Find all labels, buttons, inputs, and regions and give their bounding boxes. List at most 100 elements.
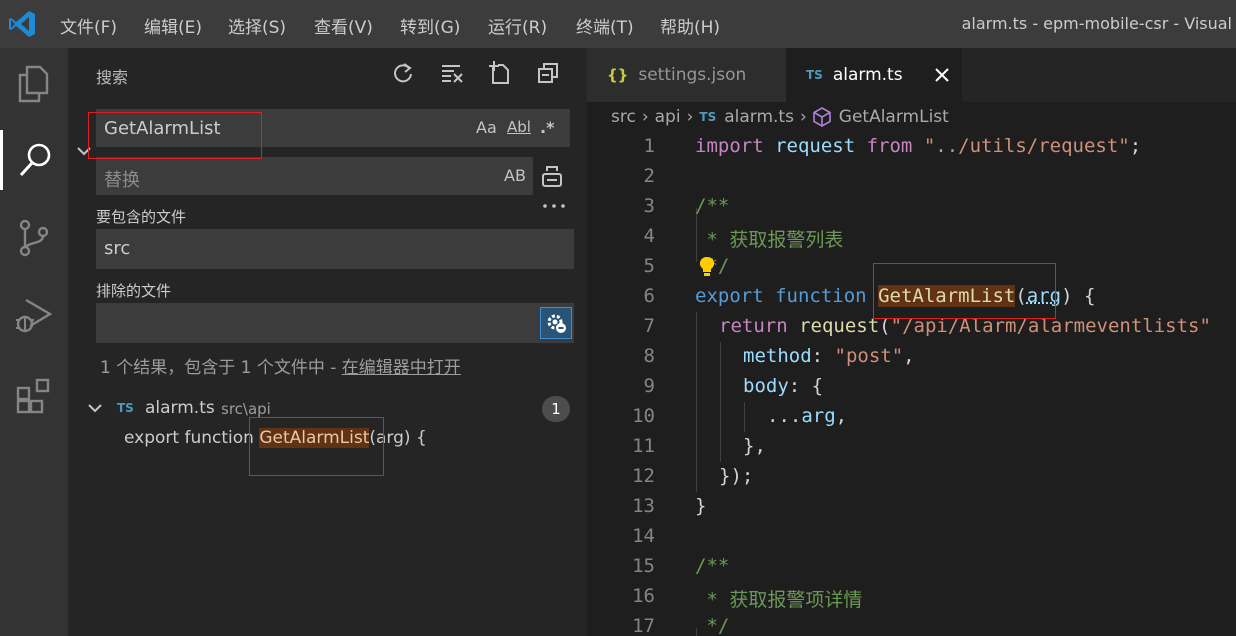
line-number: 13 (632, 495, 655, 517)
breadcrumb-api[interactable]: api (655, 107, 681, 127)
result-file-path: src\api (221, 400, 271, 418)
menu-help[interactable]: 帮助(H) (660, 13, 720, 38)
explorer-button[interactable] (0, 54, 68, 114)
include-files-input[interactable]: src (96, 229, 574, 269)
line-number: 6 (643, 285, 655, 307)
lightbulb-icon[interactable] (699, 256, 715, 278)
files-icon (18, 65, 49, 103)
regex-toggle[interactable]: .* (540, 118, 554, 137)
code-line: 8 method: "post", (587, 342, 1236, 372)
collapse-all-icon (538, 63, 558, 83)
source-control-button[interactable] (0, 208, 68, 268)
code-line: 4 * 获取报警列表 (587, 222, 1236, 252)
line-number: 12 (632, 465, 655, 487)
exclude-files-input[interactable] (96, 303, 574, 343)
line-content: export function GetAlarmList(arg) { (695, 285, 1096, 307)
line-number: 3 (643, 195, 655, 217)
tab-label: settings.json (638, 65, 747, 85)
new-search-editor-button[interactable] (487, 60, 513, 86)
breadcrumb-src[interactable]: src (611, 107, 636, 127)
code-line: 5 */ (587, 252, 1236, 282)
code-line: 9 body: { (587, 372, 1236, 402)
open-in-editor-link[interactable]: 在编辑器中打开 (342, 358, 461, 378)
result-file-row[interactable]: TS alarm.ts src\api 1 (84, 395, 584, 422)
search-match-row[interactable]: export function GetAlarmList(arg) { (124, 428, 427, 448)
line-number: 2 (643, 165, 655, 187)
results-message: 1 个结果，包含于 1 个文件中 - 在编辑器中打开 (100, 353, 461, 378)
breadcrumb: src › api › TS alarm.ts › GetAlarmList (611, 104, 949, 130)
replace-input[interactable]: 替换 AB (96, 157, 533, 195)
code-line: 16 * 获取报警项详情 (587, 582, 1236, 612)
editor-tab-bar: {} settings.json TS alarm.ts (587, 48, 1236, 102)
chevron-down-icon (77, 147, 91, 156)
extensions-button[interactable] (0, 366, 68, 426)
preserve-case-toggle[interactable]: AB (504, 166, 526, 185)
collapse-all-button[interactable] (535, 60, 561, 86)
include-files-label: 要包含的文件 (96, 208, 187, 226)
menu-edit[interactable]: 编辑(E) (144, 13, 202, 38)
code-line: 17 */ (587, 612, 1236, 636)
typescript-file-icon: TS (806, 68, 823, 82)
line-number: 17 (632, 615, 655, 636)
code-line: 11 }, (587, 432, 1236, 462)
search-input[interactable]: GetAlarmList Aa Abl .* (96, 109, 570, 147)
line-number: 14 (632, 525, 655, 547)
results-summary: 1 个结果，包含于 1 个文件中 - (100, 358, 342, 378)
search-sidebar: 搜索 GetAlarmList Aa Abl .* 替换 AB 要包含的文件 s… (68, 48, 587, 636)
code-line: 2 (587, 162, 1236, 192)
result-file-name: alarm.ts (145, 398, 215, 418)
json-file-icon: {} (607, 66, 629, 84)
line-number: 15 (632, 555, 655, 577)
menu-run[interactable]: 运行(R) (488, 13, 547, 38)
replace-all-icon (542, 166, 562, 187)
extensions-icon (16, 378, 50, 414)
replace-all-button[interactable] (540, 164, 566, 190)
menu-go[interactable]: 转到(G) (400, 13, 460, 38)
code-line: 7 return request("/api/Alarm/alarmeventl… (587, 312, 1236, 342)
source-control-icon (19, 219, 49, 257)
code-line: 12 }); (587, 462, 1236, 492)
search-input-value: GetAlarmList (104, 118, 221, 139)
breadcrumb-file[interactable]: alarm.ts (724, 107, 794, 127)
use-exclude-settings-toggle[interactable] (540, 307, 572, 339)
line-number: 16 (632, 585, 655, 607)
code-line: 6 export function GetAlarmList(arg) { (587, 282, 1236, 312)
toggle-replace-button[interactable] (76, 142, 92, 161)
menu-terminal[interactable]: 终端(T) (576, 13, 634, 38)
menu-selection[interactable]: 选择(S) (228, 13, 286, 38)
refresh-button[interactable] (390, 60, 416, 86)
breadcrumb-symbol[interactable]: GetAlarmList (839, 107, 949, 127)
match-case-toggle[interactable]: Aa (476, 118, 497, 137)
whole-word-toggle[interactable]: Abl (507, 118, 531, 136)
line-number: 4 (643, 225, 655, 247)
line-number: 10 (632, 405, 655, 427)
menu-file[interactable]: 文件(F) (60, 13, 117, 38)
tab-label: alarm.ts (832, 65, 903, 85)
clear-results-button[interactable] (439, 60, 465, 86)
tab-alarm-ts[interactable]: TS alarm.ts (786, 48, 962, 102)
line-content: } (695, 495, 707, 517)
line-number: 11 (632, 435, 655, 457)
line-number: 9 (643, 375, 655, 397)
line-number: 8 (643, 345, 655, 367)
run-debug-button[interactable] (0, 286, 68, 346)
toggle-search-details-button[interactable] (542, 196, 566, 210)
code-line: 15 /** (587, 552, 1236, 582)
vscode-logo-icon[interactable] (6, 8, 38, 40)
line-content: method: "post", (743, 345, 915, 367)
code-editor[interactable]: 1 import request from "../utils/request"… (587, 132, 1236, 636)
sidebar-title: 搜索 (96, 68, 129, 87)
code-line: 14 (587, 522, 1236, 552)
chevron-down-icon[interactable] (88, 403, 102, 413)
search-button[interactable] (0, 130, 68, 190)
search-icon (19, 143, 50, 177)
line-content: */ (695, 615, 730, 636)
menu-view[interactable]: 查看(V) (314, 13, 373, 38)
function-symbol-icon (812, 107, 831, 127)
close-icon[interactable] (934, 68, 949, 82)
line-number: 7 (643, 315, 655, 337)
line-content: return request("/api/Alarm/alarmeventlis… (719, 315, 1211, 337)
tab-settings-json[interactable]: {} settings.json (587, 48, 786, 102)
line-number: 1 (643, 135, 655, 157)
line-content: /** (695, 555, 730, 577)
